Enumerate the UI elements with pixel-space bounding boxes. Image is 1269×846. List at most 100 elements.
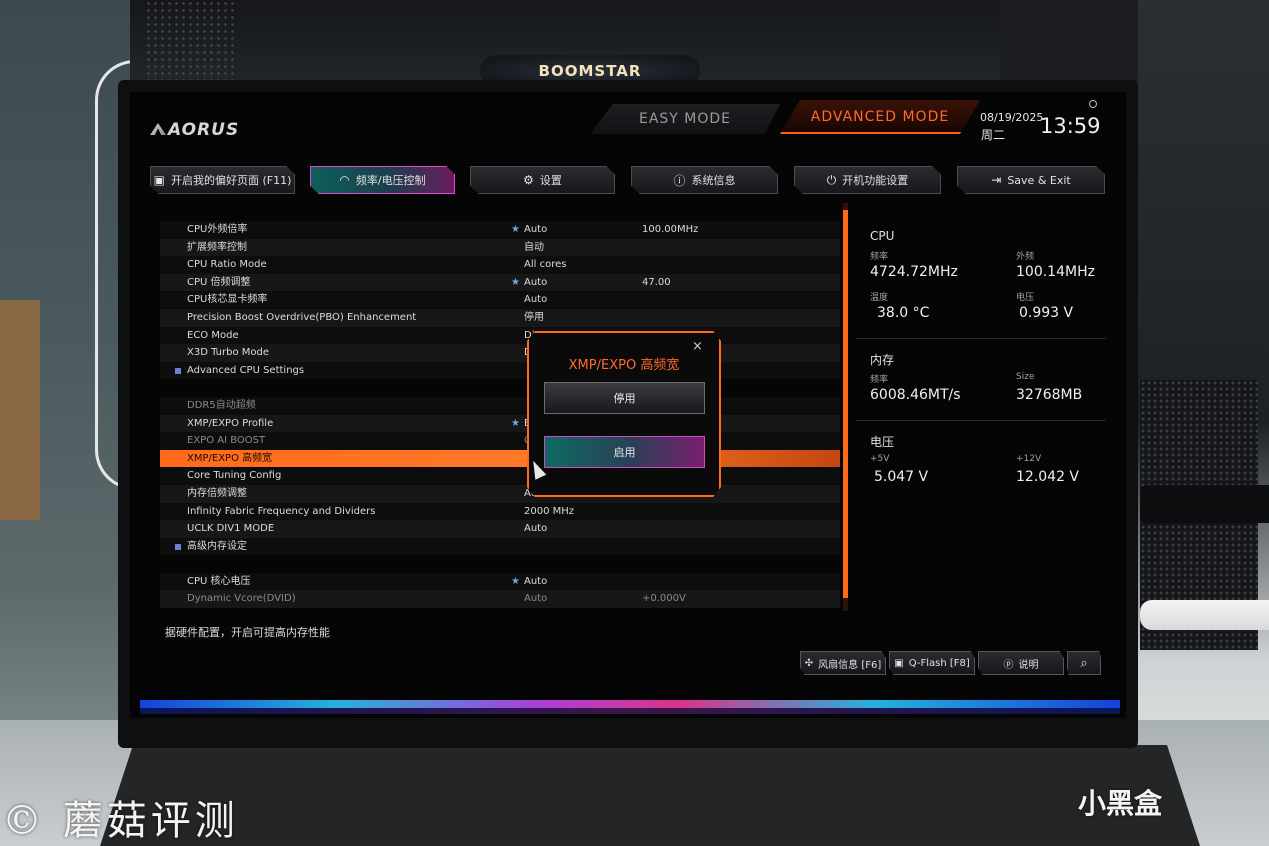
memory-section-title: 内存: [870, 353, 895, 367]
rgb-decoration: [140, 700, 1120, 708]
cpu-freq-value: 4724.72MHz: [870, 264, 958, 280]
divider: [856, 420, 1106, 421]
gear-icon: ⚙: [523, 173, 534, 187]
disable-option-button[interactable]: 停用: [544, 382, 705, 414]
setting-label: UCLK DIV1 MODE: [187, 523, 275, 535]
dialog-title: XMP/EXPO 高频宽: [568, 358, 680, 373]
easy-mode-tab[interactable]: EASY MODE: [590, 104, 780, 134]
setting-label: CPU外频倍率: [187, 224, 248, 235]
setting-row[interactable]: CPU核芯显卡频率 Auto: [160, 291, 840, 309]
weekday: 周二: [981, 128, 1006, 142]
tab-favorites[interactable]: ▣ 开启我的偏好页面 (F11): [150, 166, 295, 194]
setting-row[interactable]: Precision Boost Overdrive(PBO) Enhanceme…: [160, 308, 840, 327]
setting-value[interactable]: Auto: [524, 291, 547, 309]
pc-case-mesh: [145, 0, 235, 92]
setting-row[interactable]: XMP/EXPO 高频宽: [160, 449, 840, 468]
setting-label: CPU核芯显卡频率: [187, 294, 268, 306]
cpu-bclk-label: 外频: [1016, 252, 1035, 262]
setting-row[interactable]: X3D Turbo ModeD: [160, 344, 840, 362]
cpu-temp-label: 温度: [870, 293, 889, 303]
setting-value[interactable]: Auto: [524, 274, 547, 292]
search-button[interactable]: ⌕: [1067, 651, 1101, 675]
setting-label: 扩展频率控制: [187, 241, 247, 253]
setting-value[interactable]: 2000 MHz: [524, 503, 574, 521]
setting-row[interactable]: CPU Ratio Mode All cores: [160, 256, 840, 274]
setting-row: [160, 555, 840, 573]
help-button[interactable]: ⓟ 说明: [978, 651, 1064, 675]
help-hint: 据硬件配置，开启可提高内存性能: [165, 626, 330, 639]
setting-row[interactable]: XMP/EXPO Profile★E6-36-76-1.350V: [160, 414, 840, 433]
setting-label: 高级内存设定: [187, 540, 247, 552]
setting-row[interactable]: 扩展频率控制 自动: [160, 238, 840, 257]
setting-value[interactable]: 自动: [524, 239, 544, 257]
settings-list: CPU外频倍率 ★ Auto 100.00MHz 扩展频率控制 自动 CPU Ratio M…: [160, 221, 840, 609]
setting-label: XMP/EXPO Profile: [187, 417, 274, 429]
cpu-section-title: CPU: [870, 229, 895, 243]
setting-row[interactable]: CPU外频倍率 ★ Auto 100.00MHz: [160, 221, 840, 239]
setting-label: X3D Turbo Mode: [187, 347, 270, 359]
qflash-button[interactable]: ▣ Q-Flash [F8]: [889, 651, 975, 675]
fan-info-button[interactable]: ✣ 风扇信息 [F6]: [800, 651, 886, 675]
setting-label: Infinity Fabric Frequency and Dividers: [187, 505, 376, 517]
divider: [856, 338, 1106, 339]
voltage-section-title: 电压: [870, 435, 895, 449]
scrollbar-thumb[interactable]: [843, 210, 848, 598]
setting-row[interactable]: 高级内存设定: [160, 538, 840, 556]
enable-option-button[interactable]: 启用: [544, 436, 705, 468]
setting-label: DDR5自动超频: [187, 399, 256, 411]
help-icon: ⓟ: [1003, 659, 1014, 671]
star-icon: ★: [511, 224, 520, 235]
setting-label: ECO Mode: [187, 329, 239, 341]
setting-value[interactable]: All cores: [524, 256, 566, 274]
setting-value[interactable]: Auto: [524, 590, 547, 608]
setting-row[interactable]: EXPO AI BOOSTC: [160, 432, 840, 450]
tab-frequency-voltage[interactable]: ◠ 频率/电压控制: [310, 166, 455, 194]
memory-freq-label: 频率: [870, 375, 889, 385]
tab-settings[interactable]: ⚙ 设置: [470, 166, 615, 194]
setting-value[interactable]: Auto: [524, 221, 547, 239]
memory-freq-value: 6008.46MT/s: [870, 387, 961, 403]
setting-label: EXPO AI BOOST: [187, 435, 266, 447]
setting-label: Advanced CPU Settings: [187, 364, 305, 376]
setting-value[interactable]: Auto: [524, 520, 547, 538]
monitor-stand: [100, 745, 1200, 846]
settings-dot-icon[interactable]: [1089, 100, 1097, 108]
setting-value-secondary: 100.00MHz: [642, 224, 699, 235]
aorus-eagle-icon: [150, 123, 166, 135]
tab-system-info[interactable]: ⓘ 系统信息: [631, 166, 778, 194]
setting-row[interactable]: Core Tuning Config: [160, 467, 840, 485]
star-icon: ★: [511, 575, 520, 587]
setting-row[interactable]: ECO Mode Di: [160, 327, 840, 345]
cpu-volt-value: 0.993 V: [1019, 305, 1074, 321]
v5-value: 5.047 V: [874, 469, 929, 485]
fan-icon: ✣: [804, 657, 814, 669]
setting-row[interactable]: DDR5自动超频: [160, 397, 840, 415]
v5-label: +5V: [870, 454, 890, 464]
setting-row[interactable]: CPU 核心电压 ★ Auto: [160, 573, 840, 591]
watermark-left: © 蘑菇评测: [2, 798, 239, 844]
rgb-decoration-lower: [140, 708, 1120, 714]
star-icon: ★: [511, 417, 520, 429]
setting-row[interactable]: Dynamic Vcore(DVID) Auto +0.000V: [160, 590, 840, 609]
usb-cable-white: [1140, 600, 1269, 630]
close-icon[interactable]: ×: [692, 339, 703, 354]
cpu-volt-label: 电压: [1016, 293, 1035, 303]
star-icon: ★: [511, 276, 520, 288]
memory-size-label: Size: [1016, 372, 1035, 382]
setting-value[interactable]: Auto: [524, 573, 547, 591]
setting-value[interactable]: 停用: [524, 309, 544, 327]
setting-row[interactable]: 内存倍频调整Auto: [160, 484, 840, 503]
tab-boot[interactable]: ⏻ 开机功能设置: [794, 166, 941, 194]
setting-row[interactable]: CPU 倍频调整 ★ Auto 47.00: [160, 273, 840, 292]
cpu-freq-label: 频率: [870, 252, 889, 262]
tab-save-exit[interactable]: ⇥ Save & Exit: [957, 166, 1105, 194]
setting-row[interactable]: UCLK DIV1 MODE Auto: [160, 520, 840, 538]
setting-row[interactable]: Advanced CPU Settings: [160, 362, 840, 380]
info-icon: ⓘ: [673, 173, 686, 188]
advanced-mode-tab[interactable]: ADVANCED MODE: [780, 100, 980, 134]
v12-value: 12.042 V: [1016, 469, 1080, 485]
setting-row[interactable]: Infinity Fabric Frequency and Dividers 20…: [160, 503, 840, 521]
setting-label: CPU 核心电压: [187, 575, 251, 587]
setting-label: Dynamic Vcore(DVID): [187, 593, 296, 605]
favorites-icon: ▣: [153, 173, 165, 187]
